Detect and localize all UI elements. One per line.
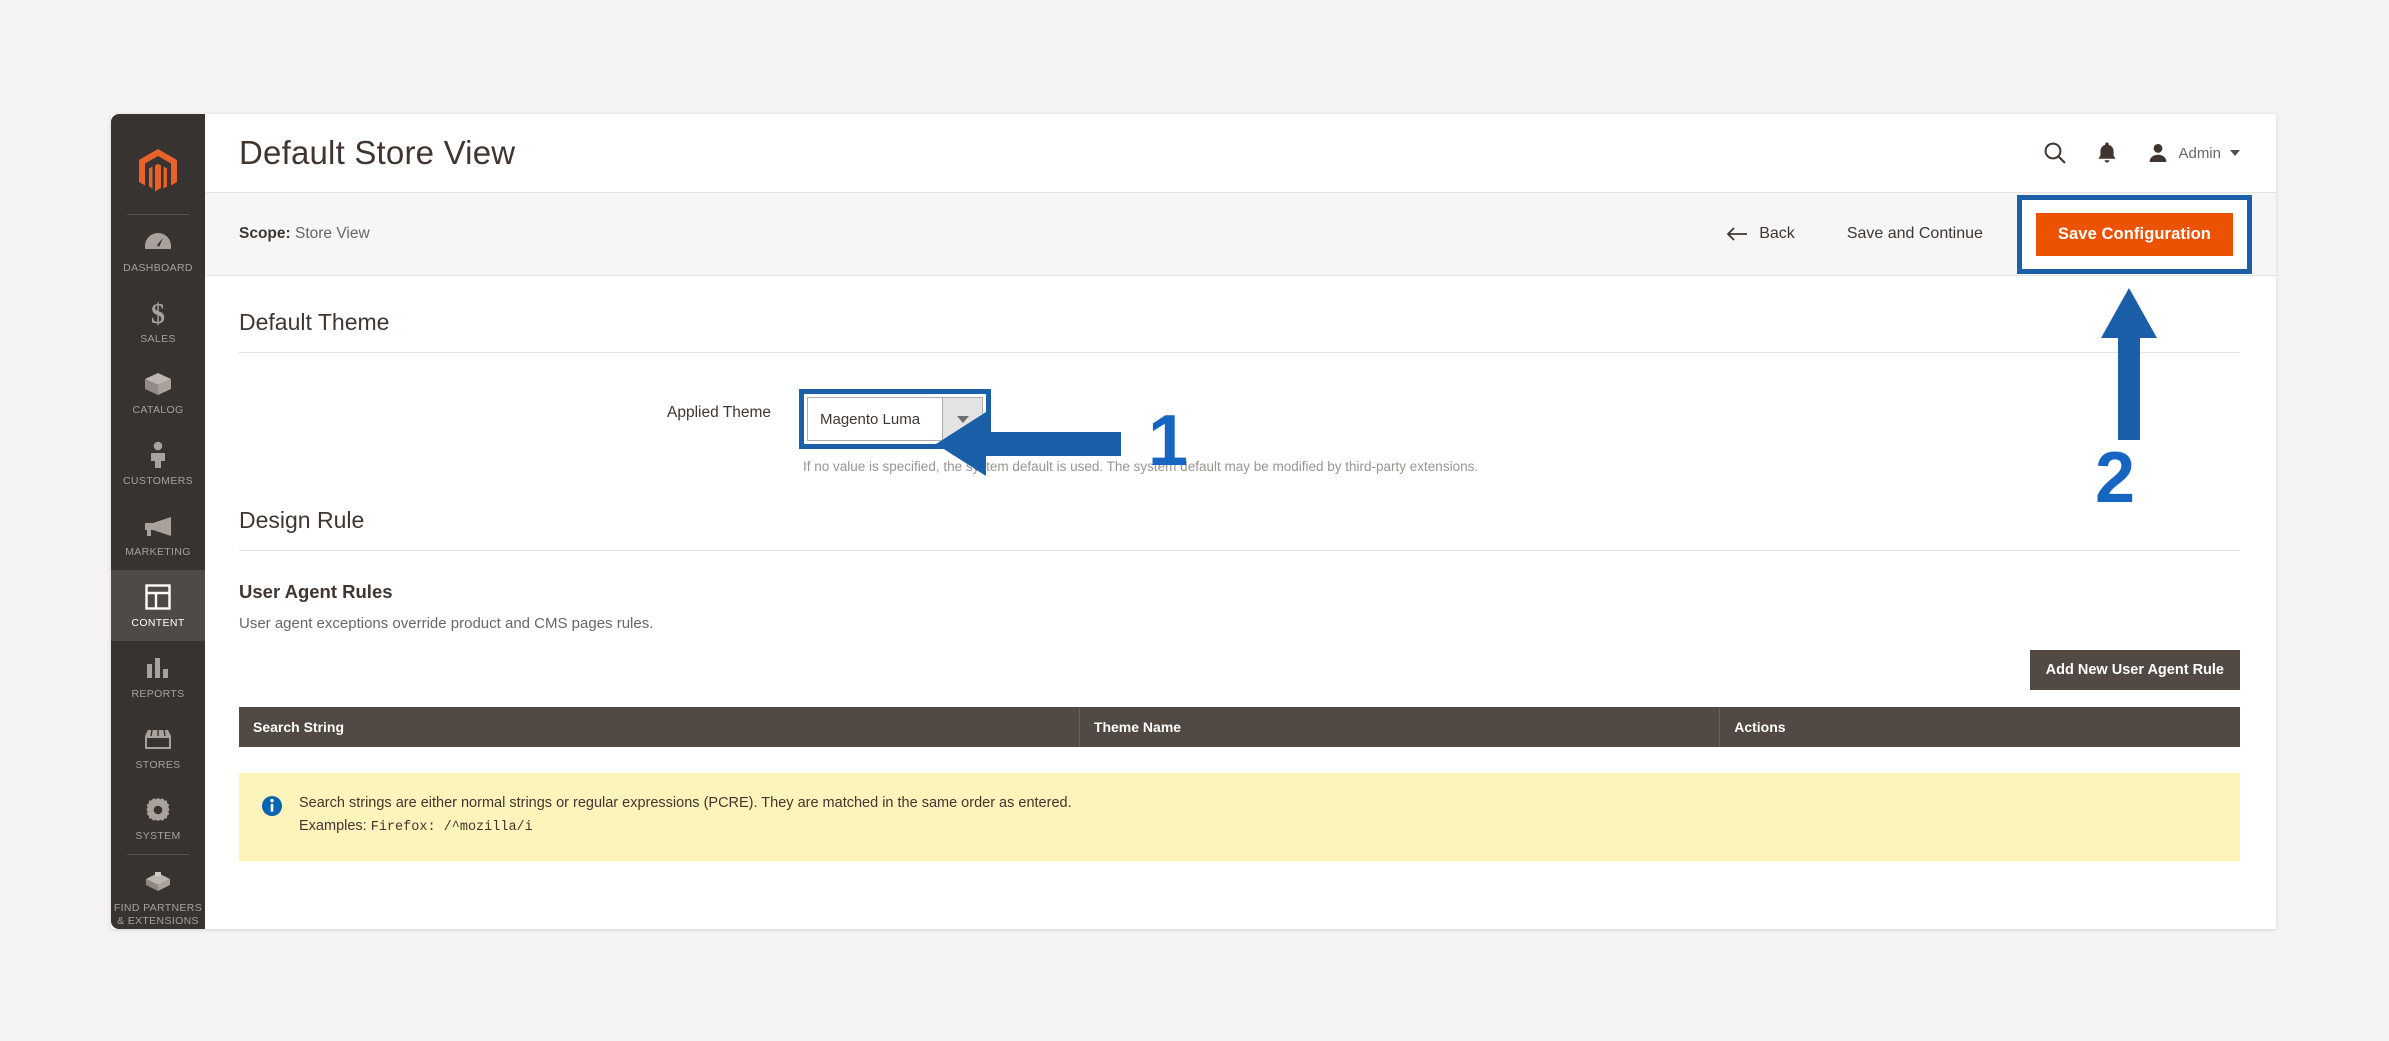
column-header-search-string[interactable]: Search String [239,707,1080,747]
back-button[interactable]: Back [1700,225,1821,243]
chevron-down-icon[interactable] [942,398,982,440]
default-theme-section-title: Default Theme [239,309,390,335]
scope-label: Scope: [239,225,291,242]
sidebar-item-marketing[interactable]: MARKETING [111,499,205,570]
account-menu[interactable]: Admin [2147,142,2240,164]
svg-text:$: $ [151,299,165,328]
sidebar-item-stores[interactable]: STORES [111,712,205,783]
gear-icon [113,795,203,825]
applied-theme-value: Magento Luma [820,410,921,428]
sidebar-item-label: SYSTEM [135,830,181,842]
sidebar-item-sales[interactable]: $ SALES [111,286,205,357]
notice-line-1: Search strings are either normal strings… [299,795,1072,811]
megaphone-icon [113,511,203,541]
user-agent-rules-description: User agent exceptions override product a… [239,615,654,632]
column-header-actions[interactable]: Actions [1719,707,2240,747]
applied-theme-select[interactable]: Magento Luma [807,397,983,441]
back-label: Back [1759,225,1795,242]
scope-bar: Scope: Store View Back Save and Continue… [205,192,2276,276]
user-agent-rules-title: User Agent Rules [239,581,393,602]
sidebar-item-label: DASHBOARD [123,262,193,274]
user-avatar-icon [2150,144,2167,162]
magento-logo-icon [139,149,177,192]
add-rule-row: Add New User Agent Rule [239,632,2240,690]
search-icon[interactable] [2043,141,2067,165]
notice-text: Search strings are either normal strings… [299,792,1072,839]
configuration-body: Default Theme Applied Theme Magento Luma… [205,276,2276,861]
design-rule-section-title: Design Rule [239,507,365,533]
scope-text: Scope: Store View [239,225,370,243]
save-configuration-highlight: Save Configuration [2016,194,2252,274]
sidebar: DASHBOARD $ SALES CATALOG CUSTOMERS MARK… [111,114,205,929]
sidebar-item-reports[interactable]: REPORTS [111,641,205,712]
account-label: Admin [2178,144,2221,162]
sidebar-item-label: REPORTS [131,688,185,700]
person-icon [113,440,203,470]
applied-theme-control: Magento Luma If no value is specified, t… [799,389,1478,474]
sidebar-item-system[interactable]: SYSTEM [111,783,205,854]
top-bar-actions: Admin [2043,141,2240,165]
add-new-user-agent-rule-button[interactable]: Add New User Agent Rule [2029,650,2240,690]
applied-theme-highlight: Magento Luma [799,389,991,449]
sidebar-item-content[interactable]: CONTENT [111,570,205,641]
sidebar-item-find-partners-extensions[interactable]: FIND PARTNERS & EXTENSIONS [111,855,205,929]
sidebar-item-label: FIND PARTNERS & EXTENSIONS [113,902,203,927]
page-actions: Back Save and Continue Save Configuratio… [1700,194,2252,274]
dollar-icon: $ [113,298,203,328]
extension-icon [113,867,203,897]
column-header-theme-name[interactable]: Theme Name [1079,707,1721,747]
sidebar-item-label: CATALOG [132,404,184,416]
top-bar: Default Store View Admin [205,114,2276,192]
sidebar-item-catalog[interactable]: CATALOG [111,357,205,428]
dashboard-icon [113,227,203,257]
sidebar-item-label: MARKETING [125,546,191,558]
box-icon [113,369,203,399]
admin-app-card: DASHBOARD $ SALES CATALOG CUSTOMERS MARK… [111,114,2276,929]
sidebar-item-label: CUSTOMERS [122,475,194,487]
notice-examples-label: Examples: [299,818,367,834]
bar-chart-icon [113,653,203,683]
save-and-continue-button[interactable]: Save and Continue [1821,225,2009,243]
sidebar-item-label: CONTENT [131,617,185,629]
scope-value: Store View [295,225,370,242]
arrow-left-icon [1726,227,1748,241]
applied-theme-label: Applied Theme [667,404,771,421]
info-icon [261,792,283,839]
save-and-continue-label: Save and Continue [1846,225,1983,242]
sidebar-item-customers[interactable]: CUSTOMERS [111,428,205,499]
storefront-icon [113,724,203,754]
search-string-notice: Search strings are either normal strings… [239,773,2240,861]
chevron-down-icon [2230,150,2240,156]
magento-logo[interactable] [111,128,205,214]
applied-theme-note: If no value is specified, the system def… [803,459,1479,474]
user-agent-rules-table: Search String Theme Name Actions [239,707,2240,747]
save-configuration-button[interactable]: Save Configuration [2035,212,2233,256]
sidebar-item-label: SALES [140,333,176,345]
notice-example-value: Firefox: /^mozilla/i [370,820,533,835]
sidebar-item-label: STORES [135,759,181,771]
notice-line-2: Examples: Firefox: /^mozilla/i [299,815,1072,839]
sidebar-item-dashboard[interactable]: DASHBOARD [111,215,205,286]
applied-theme-row: Applied Theme Magento Luma If no value i… [239,353,2240,474]
layout-icon [113,582,203,612]
page-title: Default Store View [239,134,516,171]
bell-icon[interactable] [2097,141,2117,165]
main-content: Default Store View Admin Scope: Store Vi… [205,114,2276,929]
table-header-row: Search String Theme Name Actions [239,707,2240,747]
